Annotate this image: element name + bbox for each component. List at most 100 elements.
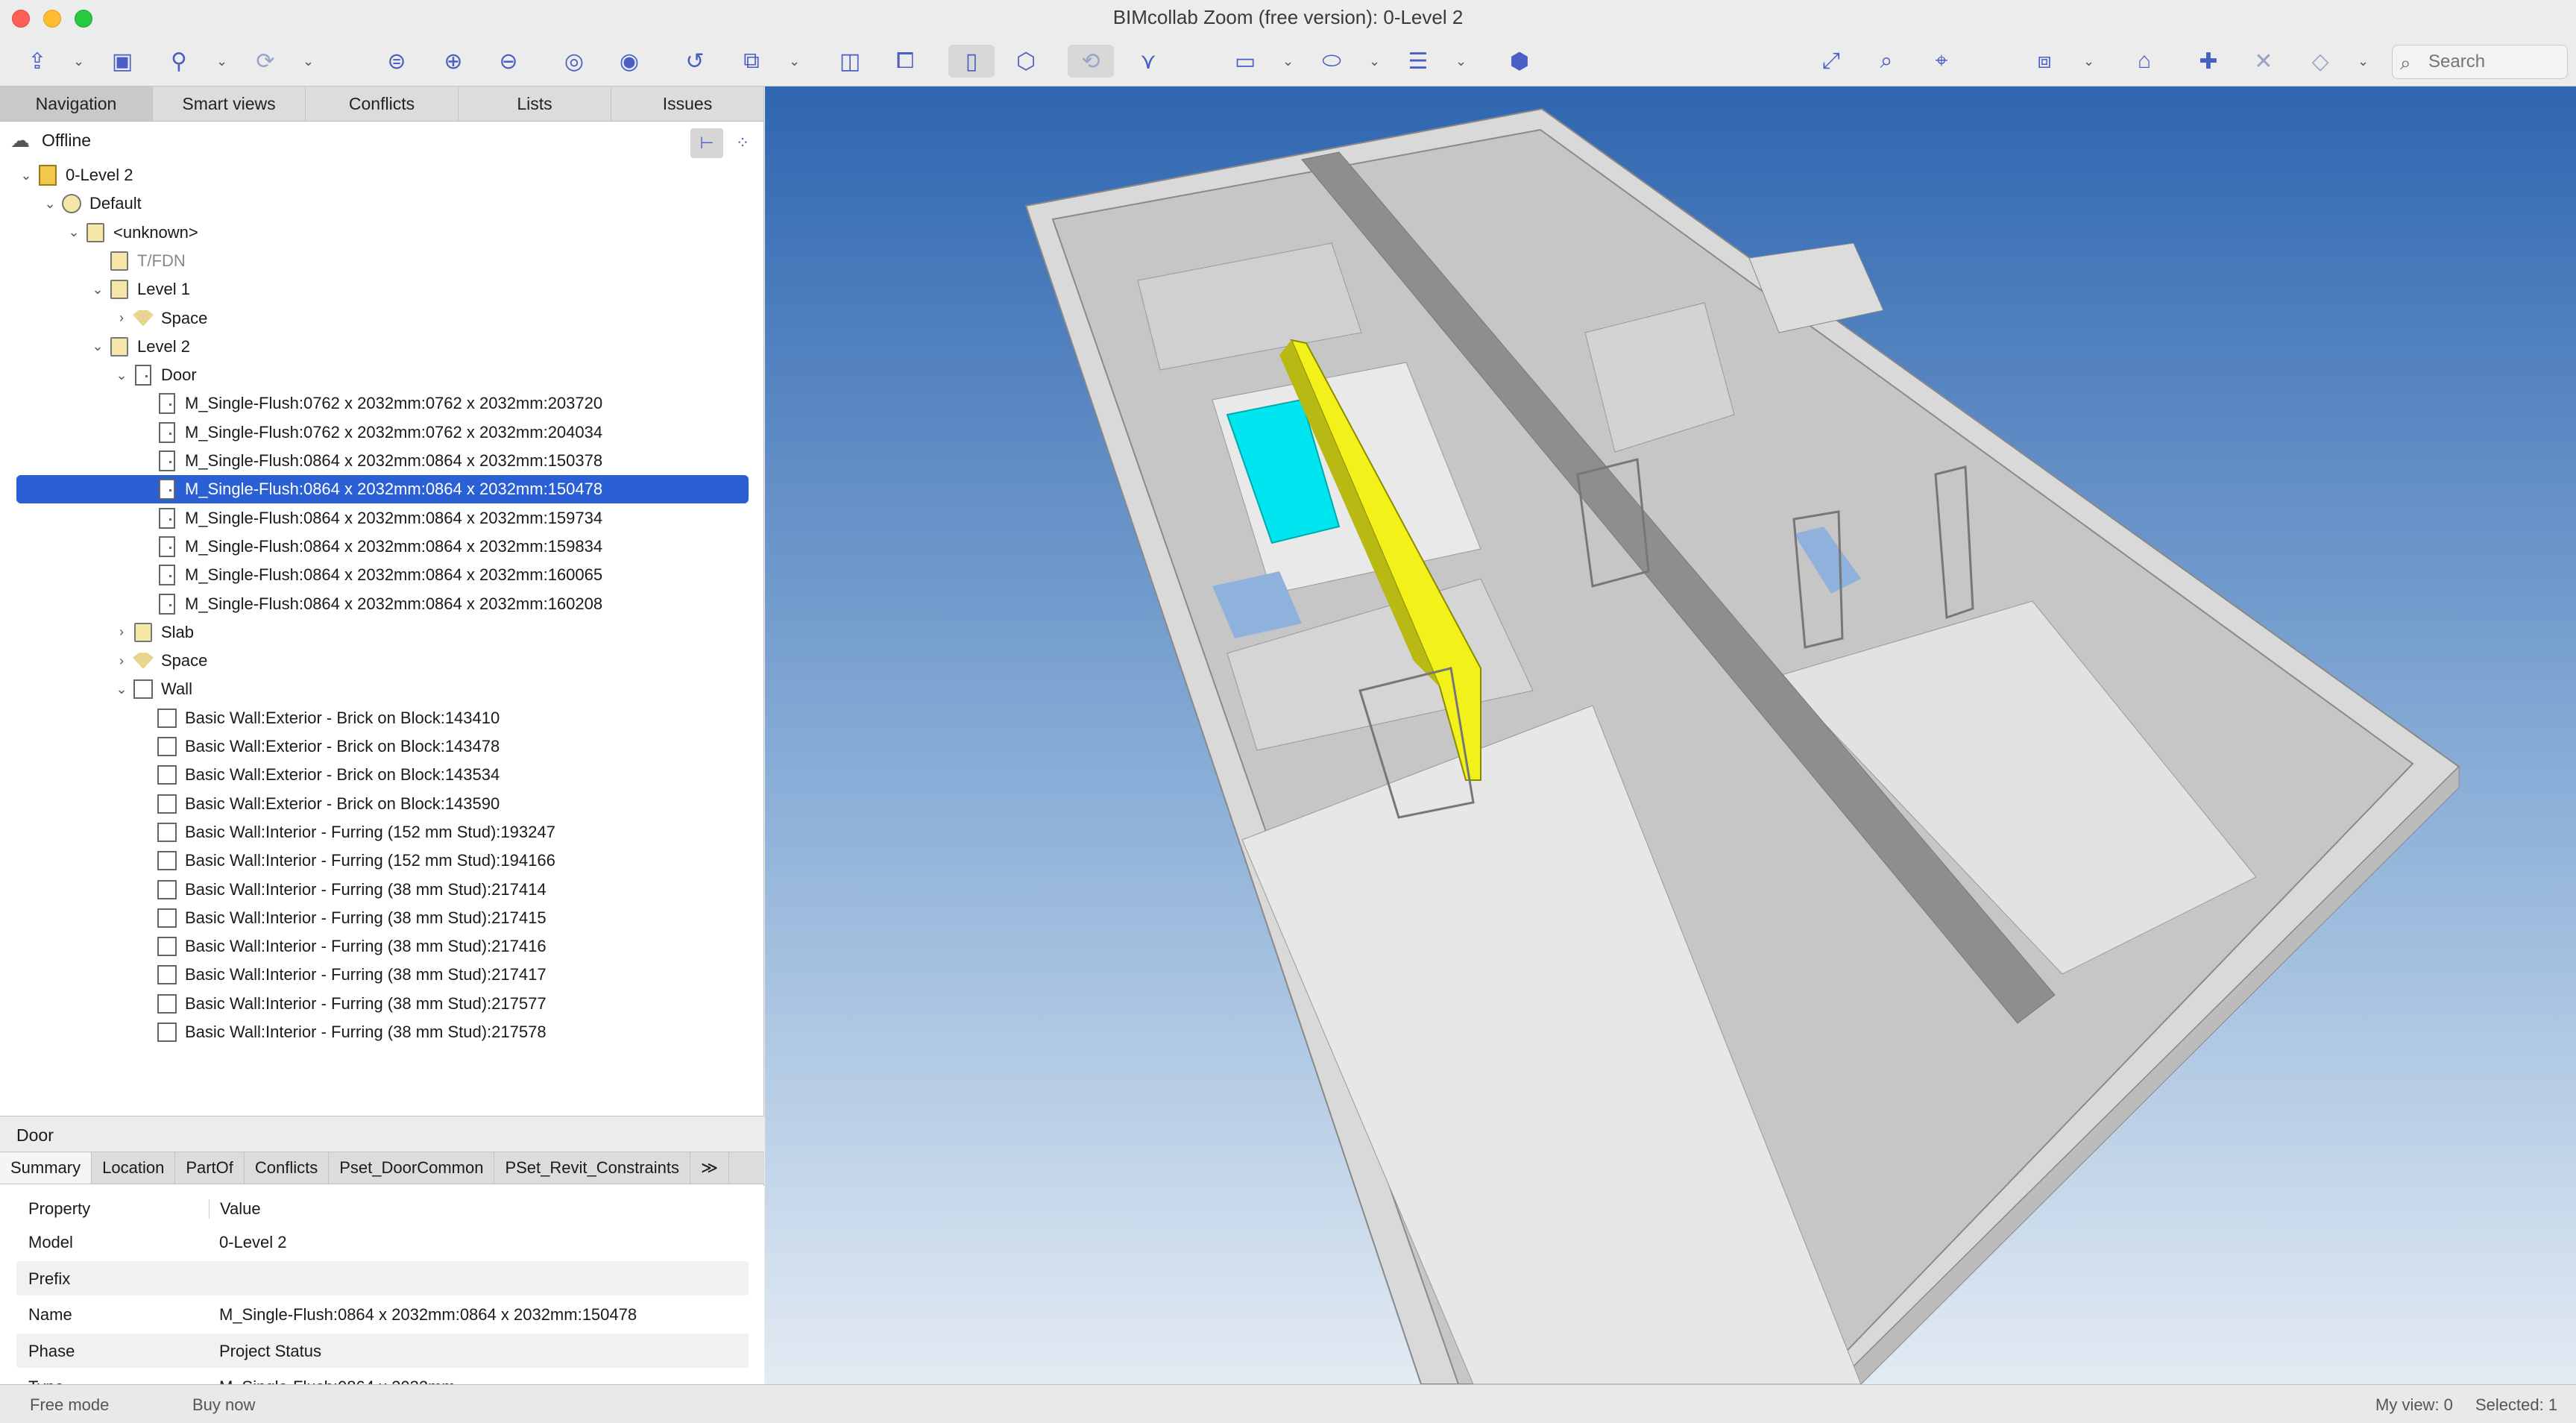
ellipse-icon[interactable]: ⬭ xyxy=(1315,45,1348,78)
tree-item[interactable]: T/FDN xyxy=(88,247,186,275)
chevron-down-icon[interactable]: ⌄ xyxy=(40,196,60,212)
tree-item[interactable]: Basic Wall:Exterior - Brick on Block:143… xyxy=(136,790,500,818)
property-row[interactable]: Name M_Single-Flush:0864 x 2032mm:0864 x … xyxy=(16,1297,749,1331)
tab-lists[interactable]: Lists xyxy=(459,87,611,121)
tree-item[interactable]: M_Single-Flush:0864 x 2032mm:0864 x 2032… xyxy=(136,447,602,475)
isolate-icon[interactable]: ◉ xyxy=(613,45,646,78)
tab-issues[interactable]: Issues xyxy=(611,87,764,121)
tree-item[interactable]: Basic Wall:Exterior - Brick on Block:143… xyxy=(136,761,500,789)
connect-dropdown-icon[interactable]: ⌄ xyxy=(216,54,227,69)
tree-item[interactable]: Basic Wall:Interior - Furring (38 mm Stu… xyxy=(136,904,547,932)
more-tabs-button[interactable]: ≫ xyxy=(690,1152,730,1184)
tab-prop-conflicts[interactable]: Conflicts xyxy=(245,1152,330,1184)
property-row[interactable]: Phase Project Status xyxy=(16,1333,749,1368)
section-box-icon[interactable]: ⧉ xyxy=(735,45,768,78)
tab-pset-doorcommon[interactable]: Pset_DoorCommon xyxy=(329,1152,495,1184)
tree-item[interactable]: Basic Wall:Interior - Furring (38 mm Stu… xyxy=(136,990,547,1018)
tab-navigation[interactable]: Navigation xyxy=(0,87,153,121)
buy-now-link[interactable]: Buy now xyxy=(192,1395,255,1415)
sync-dropdown-icon[interactable]: ⌄ xyxy=(303,54,314,69)
fit-all-icon[interactable]: ⊜ xyxy=(380,45,413,78)
tree-item[interactable]: ⌄ 0-Level 2 xyxy=(16,161,133,189)
open-dropdown-icon[interactable]: ⌄ xyxy=(73,54,84,69)
cube-icon[interactable]: ⬡ xyxy=(1010,45,1042,78)
tab-smart-views[interactable]: Smart views xyxy=(153,87,306,121)
color-icon[interactable]: ⬢ xyxy=(1503,45,1536,78)
search-input[interactable] xyxy=(2428,50,2563,74)
measure-dropdown-icon[interactable]: ⌄ xyxy=(1282,54,1294,69)
chevron-down-icon[interactable]: ⌄ xyxy=(64,224,84,240)
clip-multi-icon[interactable]: ⧠ xyxy=(889,45,922,78)
property-row[interactable]: Model 0-Level 2 xyxy=(16,1225,749,1259)
tree-item[interactable]: Basic Wall:Exterior - Brick on Block:143… xyxy=(136,732,500,761)
viewpoint-icon[interactable]: ⧈ xyxy=(2028,45,2061,78)
chevron-right-icon[interactable]: › xyxy=(112,310,131,326)
eraser-dropdown-icon[interactable]: ⌄ xyxy=(2358,54,2369,69)
connect-icon[interactable]: ⚲ xyxy=(163,45,195,78)
tab-partof[interactable]: PartOf xyxy=(175,1152,245,1184)
zoom-selection-icon[interactable]: ⌕ xyxy=(1870,45,1903,78)
measure-icon[interactable]: ▭ xyxy=(1229,45,1262,78)
layers-icon[interactable]: ☰ xyxy=(1402,45,1435,78)
markup-icon[interactable]: ⋎ xyxy=(1132,45,1165,78)
remove-tag-icon[interactable]: ✕ xyxy=(2247,45,2280,78)
tree-item[interactable]: Basic Wall:Interior - Furring (38 mm Stu… xyxy=(136,1018,547,1046)
tree-item[interactable]: › Space xyxy=(112,304,207,333)
tree-item[interactable]: › Space xyxy=(112,647,207,675)
viewpoint-dropdown-icon[interactable]: ⌄ xyxy=(2083,54,2094,69)
tree-item[interactable]: ⌄ Level 2 xyxy=(88,333,190,361)
tree-item[interactable]: Basic Wall:Interior - Furring (38 mm Stu… xyxy=(136,961,547,989)
tree-item[interactable]: ⌄ Default xyxy=(40,189,142,218)
chevron-right-icon[interactable]: › xyxy=(112,624,131,640)
zoom-window-icon[interactable]: ⌖ xyxy=(1925,45,1958,78)
chevron-down-icon[interactable]: ⌄ xyxy=(88,282,107,298)
section-dropdown-icon[interactable]: ⌄ xyxy=(789,54,800,69)
open-icon[interactable]: ⇪ xyxy=(21,45,54,78)
tree-item[interactable]: M_Single-Flush:0762 x 2032mm:0762 x 2032… xyxy=(136,389,602,418)
tree-item[interactable]: ⌄ Door xyxy=(112,361,197,389)
tab-conflicts[interactable]: Conflicts xyxy=(306,87,459,121)
tree-item[interactable]: Basic Wall:Interior - Furring (152 mm St… xyxy=(136,846,555,875)
tree-item[interactable]: M_Single-Flush:0864 x 2032mm:0864 x 2032… xyxy=(136,590,602,618)
3d-viewport[interactable] xyxy=(765,87,2576,1384)
tree-item[interactable]: Basic Wall:Interior - Furring (152 mm St… xyxy=(136,818,555,846)
tree-view-button[interactable]: ⊢ xyxy=(690,128,723,158)
add-tag-icon[interactable]: ✚ xyxy=(2192,45,2225,78)
tab-pset-revit-constraints[interactable]: PSet_Revit_Constraints xyxy=(494,1152,690,1184)
tree-item[interactable]: ⌄ Level 1 xyxy=(88,275,190,304)
building-icon[interactable]: ⌂ xyxy=(2128,45,2161,78)
tree-item[interactable]: ⌄ <unknown> xyxy=(64,219,198,247)
tree-item[interactable]: M_Single-Flush:0864 x 2032mm:0864 x 2032… xyxy=(136,533,602,561)
tab-location[interactable]: Location xyxy=(92,1152,176,1184)
property-row[interactable]: Prefix xyxy=(16,1260,749,1295)
select-icon[interactable]: ◎ xyxy=(558,45,591,78)
zoom-in-icon[interactable]: ⊕ xyxy=(437,45,470,78)
layers-dropdown-icon[interactable]: ⌄ xyxy=(1455,54,1467,69)
chevron-down-icon[interactable]: ⌄ xyxy=(16,168,36,183)
grid-view-button[interactable]: ⁘ xyxy=(726,128,759,158)
building-model-render[interactable] xyxy=(765,87,2576,1384)
tree-item[interactable]: M_Single-Flush:0864 x 2032mm:0864 x 2032… xyxy=(136,504,602,533)
chevron-down-icon[interactable]: ⌄ xyxy=(88,339,107,354)
zoom-out-icon[interactable]: ⊖ xyxy=(492,45,525,78)
tree-item[interactable]: M_Single-Flush:0864 x 2032mm:0864 x 2032… xyxy=(136,561,602,589)
tree-item[interactable]: M_Single-Flush:0864 x 2032mm:0864 x 2032… xyxy=(16,475,749,504)
eraser-icon[interactable]: ◇ xyxy=(2304,45,2337,78)
orbit-icon[interactable]: ⟲ xyxy=(1068,45,1114,78)
fullscreen-icon[interactable]: ⤢ xyxy=(1815,45,1848,78)
save-icon[interactable]: ▣ xyxy=(106,45,139,78)
tree-item[interactable]: ⌄ Wall xyxy=(112,675,192,703)
chevron-right-icon[interactable]: › xyxy=(112,653,131,669)
undo-view-icon[interactable]: ↺ xyxy=(678,45,711,78)
chevron-down-icon[interactable]: ⌄ xyxy=(112,368,131,383)
clip-icon[interactable]: ◫ xyxy=(834,45,866,78)
tab-summary[interactable]: Summary xyxy=(0,1152,92,1184)
sync-icon[interactable]: ⟳ xyxy=(249,45,282,78)
tree-item[interactable]: Basic Wall:Interior - Furring (38 mm Stu… xyxy=(136,876,547,904)
ellipse-dropdown-icon[interactable]: ⌄ xyxy=(1369,54,1380,69)
tree-item[interactable]: Basic Wall:Interior - Furring (38 mm Stu… xyxy=(136,932,547,961)
tree-item[interactable]: M_Single-Flush:0762 x 2032mm:0762 x 2032… xyxy=(136,418,602,447)
chevron-down-icon[interactable]: ⌄ xyxy=(112,682,131,697)
tree-item[interactable]: Basic Wall:Exterior - Brick on Block:143… xyxy=(136,704,500,732)
tree-item[interactable]: › Slab xyxy=(112,618,194,647)
